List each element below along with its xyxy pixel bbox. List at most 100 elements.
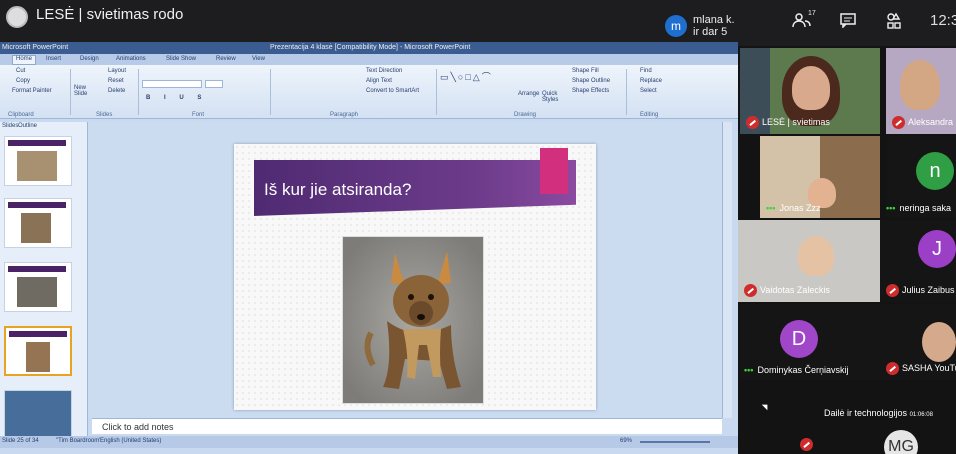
copy-button[interactable]: Copy [16,78,30,84]
tab-animations[interactable]: Animations [116,56,146,62]
drawing-group-label: Drawing [514,112,537,118]
new-slide-button[interactable]: New Slide [74,85,94,97]
microphone-off-icon [892,116,905,129]
participant-avatar: n [916,152,954,190]
select-button[interactable]: Select [640,88,657,94]
status-zoom[interactable]: 69% [620,438,632,444]
notification-avatar: m [665,15,687,37]
host-avatar[interactable] [6,6,28,28]
participant-tile[interactable]: SASHA YouTub [880,304,956,380]
ribbon-divider [138,69,139,115]
meeting-title: LESĖ | svietimas rodo [36,6,184,23]
participant-name: ••• Jonas Zzz [766,203,821,213]
participant-tile[interactable]: D ••• Dominykas Čerņiavskij [738,304,880,380]
more-options-icon[interactable]: ••• [744,365,753,375]
notification-line2: ir dar 5 [693,26,728,38]
tab-slides-panel[interactable]: Slides [2,123,18,129]
participant-name: Julius Zaibus [886,284,955,297]
participant-tile[interactable]: ••• Jonas Zzz [760,136,880,218]
participant-name: Aleksandra [892,116,953,129]
screen: LESĖ | svietimas rodo m mlana k. ir dar … [0,0,956,454]
ribbon-divider [626,69,627,115]
participant-tile[interactable]: J Julius Zaibus [880,220,956,302]
participant-name: Dailė ir technologijos 01:06:08 [824,408,933,418]
ppt-window-title: Prezentacija 4 klasė [Compatibility Mode… [270,44,471,51]
format-painter-button[interactable]: Format Painter [12,88,52,94]
font-size-select[interactable] [205,80,223,88]
shape-fill-button[interactable]: Shape Fill [572,68,599,74]
arrange-button[interactable]: Arrange [518,91,539,97]
participant-name: LESĖ | svietimas [746,116,830,129]
slides-group-label: Slides [96,112,113,118]
ppt-title-bar: Microsoft PowerPoint Prezentacija 4 klas… [0,42,738,54]
participant-tile[interactable]: LESĖ | svietimas [740,48,880,134]
participant-tile[interactable]: Aleksandra [886,48,956,134]
clock: 12:3 [930,12,956,29]
slide-thumbnail[interactable] [4,136,72,186]
chat-icon[interactable] [838,12,858,32]
participants-icon[interactable]: 17 [792,10,816,32]
participant-grid: LESĖ | svietimas Aleksandra ••• Jonas Zzz… [738,46,956,454]
font-name-select[interactable] [142,80,202,88]
participant-tile[interactable]: Vaidotas Zaleckis [738,220,880,302]
notes-pane[interactable]: Click to add notes [92,418,722,434]
find-button[interactable]: Find [640,68,652,74]
replace-button[interactable]: Replace [640,78,662,84]
slide-editor: Iš kur jie atsiranda? [88,122,722,418]
more-options-icon[interactable]: ••• [766,203,775,213]
slide-thumbnail-selected[interactable] [4,326,72,376]
slide-thumbnail[interactable] [4,390,72,440]
participant-tile[interactable]: n ••• neringa saka [886,136,956,218]
microphone-off-icon [746,116,759,129]
participant-avatar: D [780,320,818,358]
tab-slide-show[interactable]: Slide Show [166,56,196,62]
shapes-gallery[interactable]: ▭╲○□△⌒ [440,70,493,83]
meeting-top-bar: LESĖ | svietimas rodo m mlana k. ir dar … [0,0,956,46]
tab-design[interactable]: Design [80,56,99,62]
font-format-buttons[interactable]: B I U S [146,95,207,101]
participant-name: ••• Dominykas Čerņiavskij [744,365,849,375]
participant-avatar[interactable]: MG [884,430,918,454]
layout-button[interactable]: Layout [108,68,126,74]
delete-button[interactable]: Delete [108,88,125,94]
slide-thumbnail[interactable] [4,198,72,248]
microphone-off-icon [800,438,813,451]
status-bar: Slide 25 of 34 "Tim Boardroom" English (… [0,436,738,448]
join-notification[interactable]: m mlana k. ir dar 5 [665,14,735,38]
align-text-button[interactable]: Align Text [366,78,392,84]
tab-outline-panel[interactable]: Outline [18,123,37,129]
quick-styles-button[interactable]: Quick Styles [542,91,560,103]
participant-name: SASHA YouTub [886,362,956,375]
dog-photo[interactable] [342,236,484,404]
tab-view[interactable]: View [252,56,265,62]
microphone-off-icon [886,284,899,297]
paragraph-group-label: Paragraph [330,112,359,118]
microphone-off-icon [744,284,757,297]
activities-icon[interactable] [884,12,904,32]
slides-panel: Slides Outline [0,122,88,440]
zoom-slider[interactable] [640,441,710,443]
slide-thumbnail[interactable] [4,262,72,312]
text-direction-button[interactable]: Text Direction [366,68,402,74]
slide-title[interactable]: Iš kur jie atsiranda? [264,180,411,200]
presenter-tile[interactable]: Dailė ir technologijos 01:06:08 [824,402,956,422]
shape-outline-button[interactable]: Shape Outline [572,78,610,84]
reset-button[interactable]: Reset [108,78,124,84]
shape-effects-button[interactable]: Shape Effects [572,88,609,94]
smartart-button[interactable]: Convert to SmartArt [366,88,419,94]
current-slide[interactable]: Iš kur jie atsiranda? [234,144,596,410]
participant-name: ••• neringa saka [886,203,951,213]
ppt-app-title: Microsoft PowerPoint [2,44,69,51]
tab-review[interactable]: Review [216,56,236,62]
tab-insert[interactable]: Insert [46,56,61,62]
vertical-scrollbar[interactable] [722,122,732,418]
participants-count: 17 [808,10,816,17]
notes-placeholder: Click to add notes [102,422,174,432]
ribbon-divider [70,69,71,115]
more-options-icon[interactable]: ••• [886,203,895,213]
participant-name: Vaidotas Zaleckis [744,284,830,297]
tab-home[interactable]: Home [12,55,37,65]
cut-button[interactable]: Cut [16,68,25,74]
editing-group-label: Editing [640,112,659,118]
status-language: English (United States) [100,438,162,444]
